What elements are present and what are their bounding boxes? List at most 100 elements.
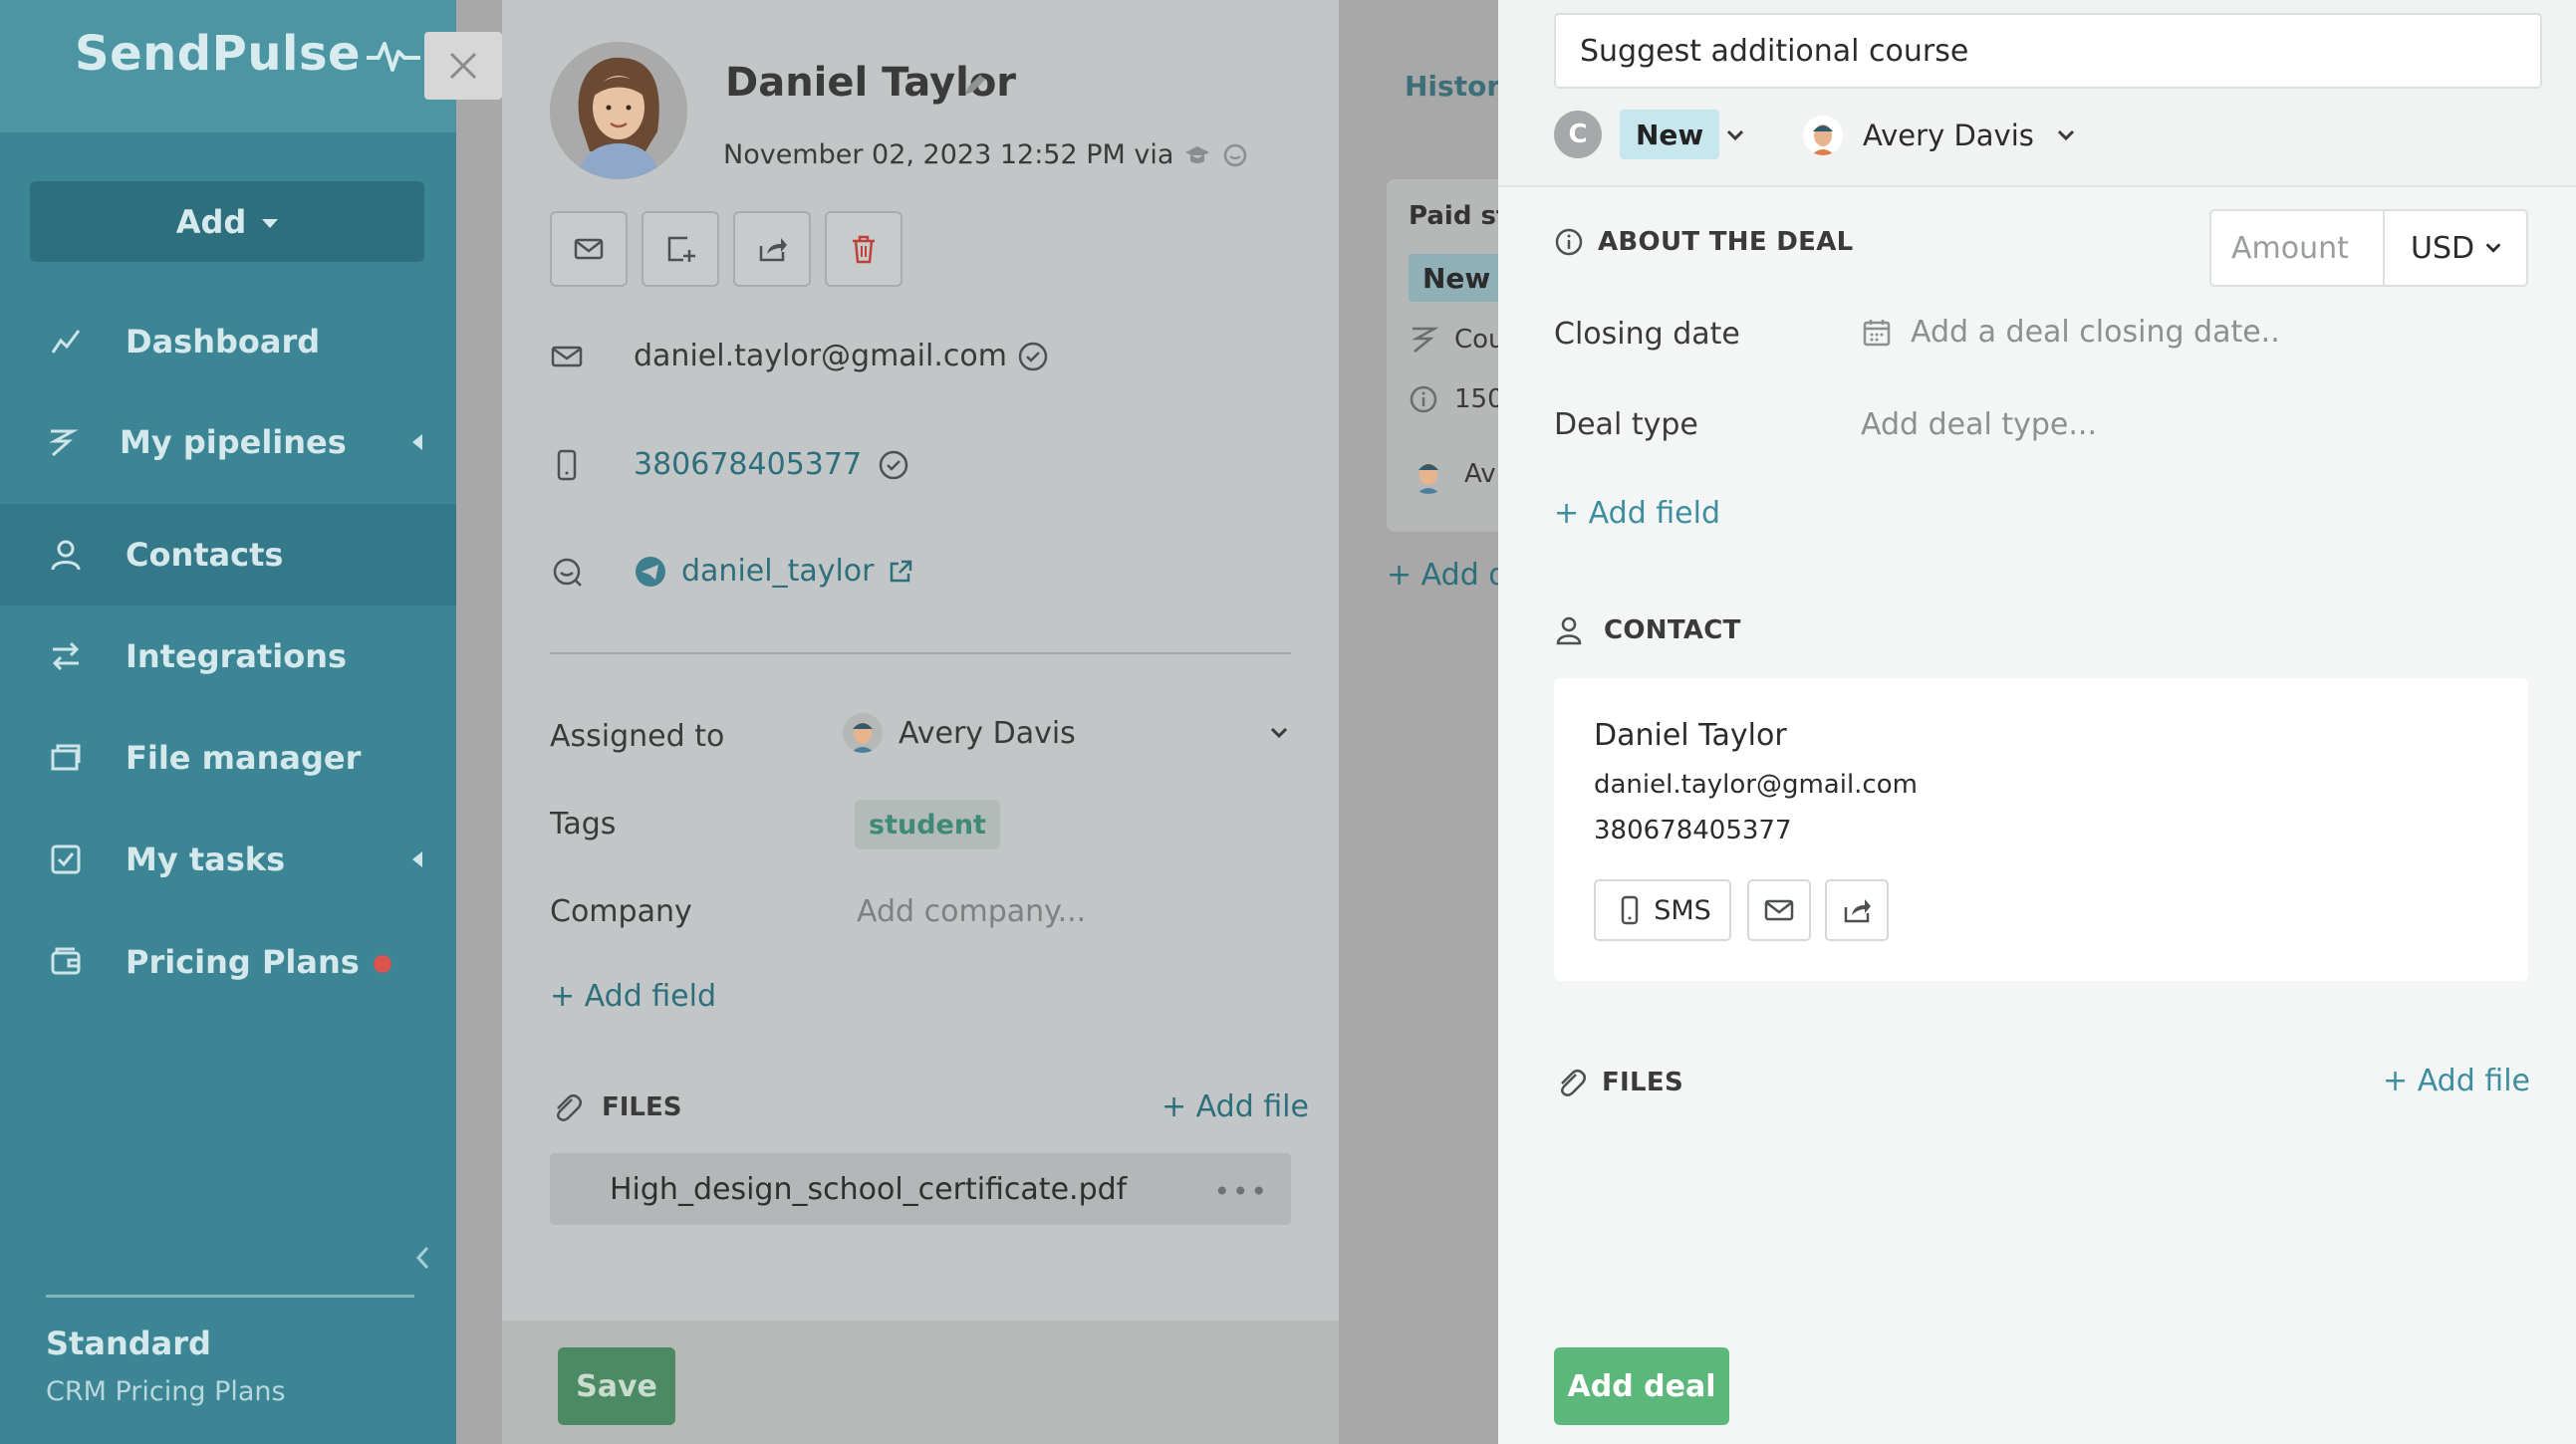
sidebar-item-file-manager[interactable]: File manager: [0, 707, 456, 809]
add-deal-action-button[interactable]: [642, 211, 719, 287]
assigned-to-label: Assigned to: [550, 719, 725, 754]
sidebar-item-integrations[interactable]: Integrations: [0, 605, 456, 707]
close-button[interactable]: [424, 32, 502, 100]
history-tab[interactable]: History: [1405, 70, 1498, 103]
contact-created-date: November 02, 2023 12:52 PM via: [723, 139, 1249, 170]
add-file-link[interactable]: + Add file: [1161, 1089, 1309, 1124]
deal-owner-select[interactable]: Avery Davis: [1803, 110, 2078, 161]
deal-pipeline-text: Cou: [1454, 325, 1498, 355]
mobile-phone-icon: [1621, 895, 1639, 925]
file-item[interactable]: High_design_school_certificate.pdf •••: [550, 1153, 1291, 1225]
deal-owner-name: Avery Davis: [1863, 119, 2034, 152]
email-action-button[interactable]: [550, 211, 628, 287]
add-deal-link[interactable]: + Add de: [1387, 558, 1498, 593]
caret-down-icon: [262, 219, 279, 228]
file-menu-icon[interactable]: •••: [1213, 1175, 1269, 1208]
linked-contact-card[interactable]: Daniel Taylor daniel.taylor@gmail.com 38…: [1554, 678, 2528, 981]
person-icon: [1556, 616, 1582, 645]
sidebar-item-dashboard[interactable]: Dashboard: [0, 291, 456, 392]
add-field-link[interactable]: + Add field: [1554, 496, 1720, 531]
deal-amount-row: 150: [1409, 384, 1498, 414]
add-deal-button[interactable]: Add deal: [1554, 1347, 1729, 1425]
telegram-username[interactable]: daniel_taylor: [681, 554, 875, 589]
add-file-link[interactable]: + Add file: [2383, 1064, 2530, 1098]
file-name: High_design_school_certificate.pdf: [610, 1171, 1128, 1207]
contact-messenger-row: daniel_taylor: [550, 554, 914, 589]
info-icon: [1555, 228, 1583, 256]
chat-bubble-icon: [1224, 143, 1247, 166]
mobile-phone-icon: [557, 449, 577, 480]
deal-panel: Suggest additional course C New Avery Da…: [1498, 0, 2576, 1444]
chevron-down-icon: [2057, 129, 2074, 141]
deal-type-label: Deal type: [1554, 407, 1698, 442]
sidebar-item-label: Dashboard: [126, 323, 321, 361]
amount-input[interactable]: Amount: [2209, 209, 2385, 287]
logo[interactable]: SendPulse: [75, 26, 422, 82]
sms-button[interactable]: SMS: [1594, 879, 1731, 941]
pipelines-icon: [44, 424, 80, 460]
integrations-icon: [48, 638, 84, 674]
sms-label: SMS: [1654, 894, 1711, 926]
contact-email-row: daniel.taylor@gmail.com: [550, 339, 1049, 373]
tag-student[interactable]: student: [855, 800, 1000, 849]
save-button[interactable]: Save: [558, 1347, 675, 1425]
company-input[interactable]: Add company...: [857, 894, 1086, 929]
files-section-title: FILES: [550, 1090, 682, 1124]
user-avatar: [1803, 116, 1843, 155]
contact-section-text: CONTACT: [1604, 615, 1741, 645]
expand-arrow-icon[interactable]: [412, 851, 422, 867]
deal-card-title: Paid stu: [1409, 201, 1498, 231]
deal-type-input[interactable]: Add deal type...: [1861, 407, 2097, 442]
deal-stage-badge: New: [1409, 254, 1498, 302]
chart-line-icon: [48, 324, 84, 360]
linked-contact-name[interactable]: Daniel Taylor: [1594, 718, 1787, 753]
contact-email[interactable]: daniel.taylor@gmail.com: [634, 339, 1007, 373]
chevron-down-icon[interactable]: [1723, 123, 1747, 147]
closing-date-placeholder: Add a deal closing date..: [1911, 315, 2280, 350]
assigned-to-select[interactable]: Avery Davis: [843, 713, 1291, 753]
currency-value: USD: [2411, 230, 2475, 266]
collapse-sidebar-icon[interactable]: [408, 1243, 438, 1273]
user-avatar: [843, 713, 883, 753]
contact-phone[interactable]: 380678405377: [634, 447, 862, 482]
deal-owner-row: Av: [1409, 454, 1496, 494]
email-button[interactable]: [1747, 879, 1811, 941]
sidebar-item-my-pipelines[interactable]: My pipelines: [0, 391, 456, 493]
sidebar-item-label: Integrations: [126, 637, 348, 675]
expand-arrow-icon[interactable]: [412, 434, 422, 450]
sidebar-header: SendPulse: [0, 0, 456, 132]
currency-select[interactable]: USD: [2383, 209, 2528, 287]
sidebar-item-label: File manager: [126, 739, 362, 777]
delete-action-button[interactable]: [825, 211, 902, 287]
calendar-icon: [1863, 319, 1891, 346]
share-action-button[interactable]: [733, 211, 811, 287]
add-card-icon: [667, 236, 695, 262]
share-button[interactable]: [1825, 879, 1889, 941]
sidebar-item-contacts[interactable]: Contacts: [0, 504, 456, 605]
plan-name[interactable]: Standard: [46, 1324, 211, 1362]
sidebar-item-pricing-plans[interactable]: Pricing Plans: [0, 911, 456, 1013]
pipelines-icon: [1412, 327, 1438, 353]
created-date-text: November 02, 2023 12:52 PM via: [723, 139, 1174, 170]
edit-pencil-icon[interactable]: [960, 70, 990, 100]
closing-date-input[interactable]: Add a deal closing date..: [1861, 315, 2280, 350]
sidebar-item-my-tasks[interactable]: My tasks: [0, 809, 456, 910]
files-section-title: FILES: [1554, 1066, 1683, 1099]
external-link-icon[interactable]: [887, 558, 914, 586]
about-deal-text: ABOUT THE DEAL: [1598, 227, 1854, 257]
contact-avatar: [550, 42, 687, 179]
history-column: History Paid stu New Cou 150 Av + Add de: [1339, 0, 1498, 1444]
add-field-link[interactable]: + Add field: [550, 979, 716, 1014]
closing-date-label: Closing date: [1554, 317, 1740, 352]
sidebar-item-label: My tasks: [126, 841, 286, 878]
tags-label: Tags: [550, 807, 617, 842]
deal-amount-text: 150: [1454, 384, 1498, 414]
linked-contact-email: daniel.taylor@gmail.com: [1594, 770, 1918, 800]
pulse-icon: [367, 42, 421, 72]
chevron-down-icon: [2485, 243, 2501, 253]
deal-stage-badge[interactable]: New: [1620, 110, 1720, 159]
deal-title-input[interactable]: Suggest additional course: [1554, 13, 2542, 89]
contact-phone-row: 380678405377: [550, 447, 909, 482]
sidebar: SendPulse Add Dashboard My pipelines Con…: [0, 0, 456, 1444]
add-button[interactable]: Add: [30, 181, 424, 262]
